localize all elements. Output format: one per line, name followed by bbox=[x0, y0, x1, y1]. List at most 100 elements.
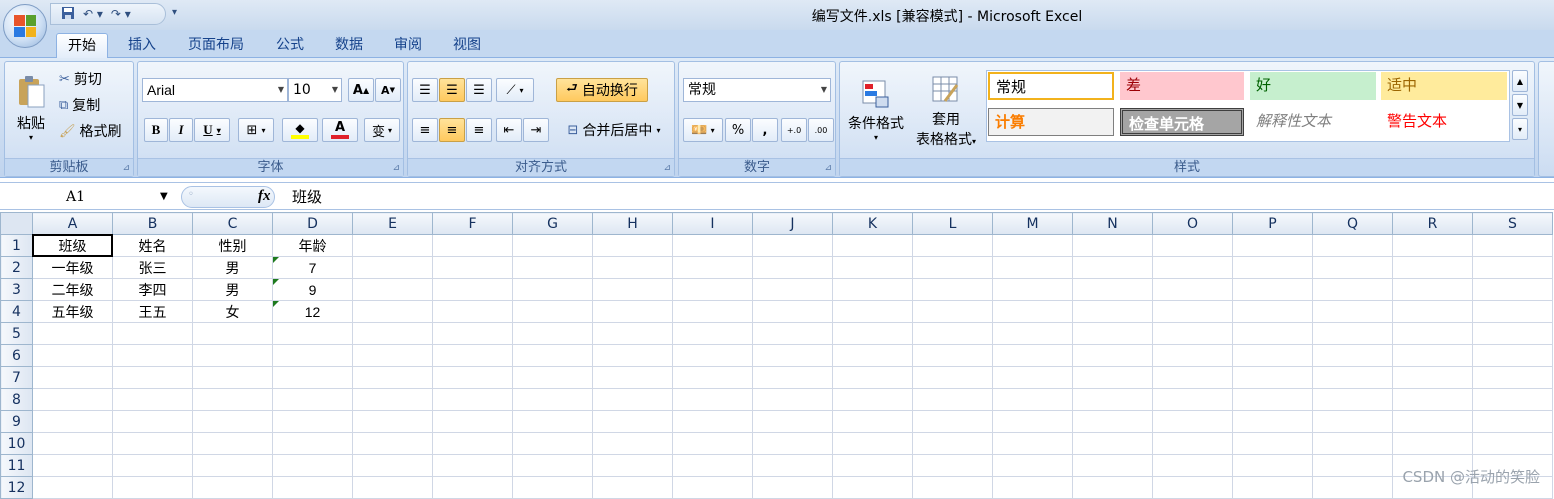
column-header-b[interactable]: B bbox=[112, 212, 193, 235]
cell-a7[interactable] bbox=[32, 366, 113, 389]
cell-j9[interactable] bbox=[752, 410, 833, 433]
style-check-cell[interactable]: 检查单元格 bbox=[1120, 108, 1244, 136]
cell-c8[interactable] bbox=[192, 388, 273, 411]
cell-h6[interactable] bbox=[592, 344, 673, 367]
align-top-button[interactable]: ☰ bbox=[412, 78, 438, 102]
cell-f2[interactable] bbox=[432, 256, 513, 279]
row-header[interactable]: 11 bbox=[0, 454, 33, 477]
cell-m8[interactable] bbox=[992, 388, 1073, 411]
cell-g8[interactable] bbox=[512, 388, 593, 411]
cell-m6[interactable] bbox=[992, 344, 1073, 367]
column-header-m[interactable]: M bbox=[992, 212, 1073, 235]
tab-data[interactable]: 数据 bbox=[324, 33, 374, 58]
font-color-button[interactable]: A bbox=[322, 118, 358, 142]
cell-h4[interactable] bbox=[592, 300, 673, 323]
cell-s5[interactable] bbox=[1472, 322, 1553, 345]
cell-c2[interactable]: 男 bbox=[192, 256, 273, 279]
cell-i12[interactable] bbox=[672, 476, 753, 499]
cell-a8[interactable] bbox=[32, 388, 113, 411]
cell-d11[interactable] bbox=[272, 454, 353, 477]
cell-r4[interactable] bbox=[1392, 300, 1473, 323]
cell-q1[interactable] bbox=[1312, 234, 1393, 257]
cell-e11[interactable] bbox=[352, 454, 433, 477]
tab-page-layout[interactable]: 页面布局 bbox=[178, 33, 254, 58]
cell-d7[interactable] bbox=[272, 366, 353, 389]
cell-m7[interactable] bbox=[992, 366, 1073, 389]
dialog-launcher-icon[interactable]: ⊿ bbox=[392, 163, 400, 173]
cell-k3[interactable] bbox=[832, 278, 913, 301]
font-size-dropdown[interactable]: 10 ▼ bbox=[288, 78, 342, 102]
gallery-scroll-up[interactable]: ▲ bbox=[1512, 70, 1528, 92]
cell-l12[interactable] bbox=[912, 476, 993, 499]
cell-s9[interactable] bbox=[1472, 410, 1553, 433]
cell-m5[interactable] bbox=[992, 322, 1073, 345]
row-header[interactable]: 3 bbox=[0, 278, 33, 301]
tab-insert[interactable]: 插入 bbox=[118, 33, 166, 58]
column-header-r[interactable]: R bbox=[1392, 212, 1473, 235]
cell-a10[interactable] bbox=[32, 432, 113, 455]
cell-m10[interactable] bbox=[992, 432, 1073, 455]
cell-m4[interactable] bbox=[992, 300, 1073, 323]
cell-a6[interactable] bbox=[32, 344, 113, 367]
cell-g1[interactable] bbox=[512, 234, 593, 257]
cell-d1[interactable]: 年龄 bbox=[272, 234, 353, 257]
cell-j7[interactable] bbox=[752, 366, 833, 389]
column-header-a[interactable]: A bbox=[32, 212, 113, 235]
cell-d10[interactable] bbox=[272, 432, 353, 455]
name-box[interactable]: A1 ▼ bbox=[0, 186, 176, 208]
cell-g5[interactable] bbox=[512, 322, 593, 345]
bold-button[interactable]: B bbox=[144, 118, 168, 142]
row-header[interactable]: 5 bbox=[0, 322, 33, 345]
column-header-n[interactable]: N bbox=[1072, 212, 1153, 235]
cell-b6[interactable] bbox=[112, 344, 193, 367]
format-as-table-button[interactable]: 套用 表格格式▾ bbox=[908, 70, 984, 154]
cell-f9[interactable] bbox=[432, 410, 513, 433]
cell-o1[interactable] bbox=[1152, 234, 1233, 257]
tab-formulas[interactable]: 公式 bbox=[266, 33, 314, 58]
increase-indent-button[interactable]: ⇥ bbox=[523, 118, 549, 142]
merge-center-button[interactable]: ⊟ 合并后居中 ▾ bbox=[558, 118, 670, 142]
cell-k12[interactable] bbox=[832, 476, 913, 499]
cell-e7[interactable] bbox=[352, 366, 433, 389]
select-all-button[interactable] bbox=[0, 212, 33, 235]
cell-f4[interactable] bbox=[432, 300, 513, 323]
gallery-scroll-down[interactable]: ▼ bbox=[1512, 94, 1528, 116]
cell-p6[interactable] bbox=[1232, 344, 1313, 367]
cell-e9[interactable] bbox=[352, 410, 433, 433]
cell-l3[interactable] bbox=[912, 278, 993, 301]
row-header[interactable]: 10 bbox=[0, 432, 33, 455]
cell-q5[interactable] bbox=[1312, 322, 1393, 345]
cell-m9[interactable] bbox=[992, 410, 1073, 433]
cell-d9[interactable] bbox=[272, 410, 353, 433]
row-header[interactable]: 8 bbox=[0, 388, 33, 411]
cell-j8[interactable] bbox=[752, 388, 833, 411]
cell-n11[interactable] bbox=[1072, 454, 1153, 477]
cell-b9[interactable] bbox=[112, 410, 193, 433]
cell-c1[interactable]: 性别 bbox=[192, 234, 273, 257]
cell-k4[interactable] bbox=[832, 300, 913, 323]
cell-p1[interactable] bbox=[1232, 234, 1313, 257]
cell-h12[interactable] bbox=[592, 476, 673, 499]
cell-q2[interactable] bbox=[1312, 256, 1393, 279]
tab-home[interactable]: 开始 bbox=[56, 33, 108, 58]
cell-j3[interactable] bbox=[752, 278, 833, 301]
cell-b8[interactable] bbox=[112, 388, 193, 411]
cell-a4[interactable]: 五年级 bbox=[32, 300, 113, 323]
cell-s6[interactable] bbox=[1472, 344, 1553, 367]
percent-button[interactable]: % bbox=[725, 118, 751, 142]
cell-j6[interactable] bbox=[752, 344, 833, 367]
cell-r10[interactable] bbox=[1392, 432, 1473, 455]
cell-s10[interactable] bbox=[1472, 432, 1553, 455]
align-middle-button[interactable]: ☰ bbox=[439, 78, 465, 102]
cell-o10[interactable] bbox=[1152, 432, 1233, 455]
cell-b12[interactable] bbox=[112, 476, 193, 499]
grow-font-button[interactable]: A ▲ bbox=[348, 78, 374, 102]
cell-g3[interactable] bbox=[512, 278, 593, 301]
cell-q11[interactable] bbox=[1312, 454, 1393, 477]
cell-o8[interactable] bbox=[1152, 388, 1233, 411]
style-good[interactable]: 好 bbox=[1250, 72, 1376, 100]
cell-n4[interactable] bbox=[1072, 300, 1153, 323]
paste-button[interactable]: 粘贴 ▾ bbox=[11, 68, 51, 148]
cell-b3[interactable]: 李四 bbox=[112, 278, 193, 301]
cell-n3[interactable] bbox=[1072, 278, 1153, 301]
